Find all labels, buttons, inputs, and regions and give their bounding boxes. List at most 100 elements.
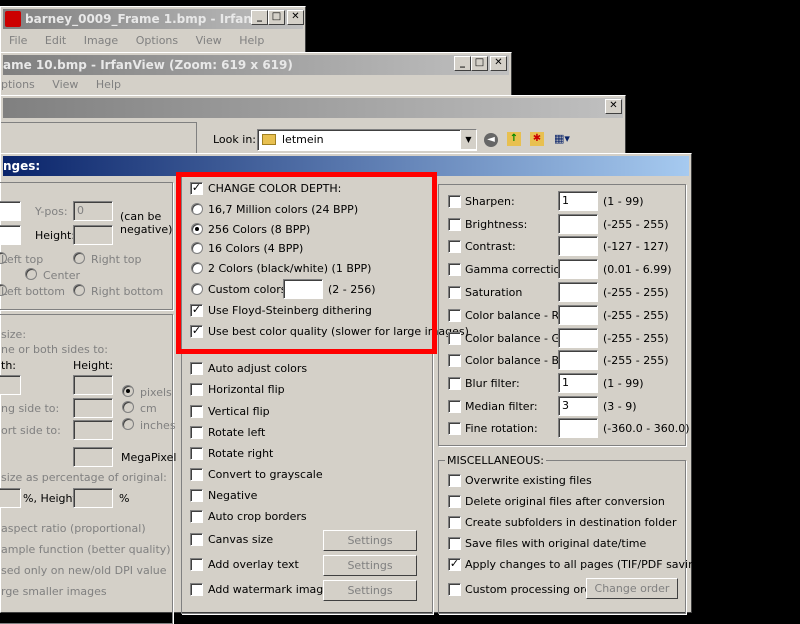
menu-view[interactable]: View	[52, 78, 78, 91]
color-balance-g-label: Color balance - G:	[465, 332, 564, 345]
brightness-field[interactable]	[558, 214, 598, 234]
minimize-button[interactable]: _	[251, 10, 268, 25]
pixels-radio[interactable]	[122, 385, 134, 397]
chevron-down-icon[interactable]: ▼	[460, 130, 476, 149]
menu-help[interactable]: Help	[239, 34, 264, 47]
canvas-size-checkbox[interactable]	[190, 533, 203, 546]
menu-help[interactable]: Help	[96, 78, 121, 91]
sharpen-range: (1 - 99)	[603, 195, 644, 208]
ypos-field[interactable]: 0	[73, 201, 113, 221]
vertical-flip-checkbox[interactable]	[190, 405, 203, 418]
megapixel-field[interactable]	[73, 447, 113, 467]
saturation-checkbox[interactable]	[448, 286, 461, 299]
convert-grayscale-checkbox[interactable]	[190, 468, 203, 481]
menu-edit[interactable]: Edit	[45, 34, 66, 47]
color-balance-b-field[interactable]	[558, 350, 598, 370]
brightness-label: Brightness:	[465, 218, 528, 231]
menu-image[interactable]: Image	[84, 34, 118, 47]
up-folder-icon[interactable]: ↑	[507, 132, 521, 146]
long-side-field[interactable]	[73, 398, 113, 418]
cm-radio[interactable]	[122, 401, 134, 413]
maximize-button[interactable]: □	[268, 10, 285, 25]
right-bottom-radio[interactable]	[73, 284, 85, 296]
blur-filter-checkbox[interactable]	[448, 377, 461, 390]
dpi-label[interactable]: sed only on new/old DPI value	[1, 564, 167, 577]
aspect-ratio-label[interactable]: aspect ratio (proportional)	[1, 522, 146, 535]
apply-all-pages-checkbox[interactable]: ✓	[448, 558, 461, 571]
center-radio[interactable]	[25, 268, 37, 280]
can-be-label: (can be	[120, 210, 162, 223]
gamma-correction-field[interactable]	[558, 259, 598, 279]
menu-options[interactable]: Options	[136, 34, 178, 47]
look-in-combobox[interactable]: letmein ▼	[257, 129, 477, 151]
inches-radio[interactable]	[122, 418, 134, 430]
color-balance-r-field[interactable]	[558, 305, 598, 325]
delete-originals-checkbox[interactable]	[448, 495, 461, 508]
negative-checkbox[interactable]	[190, 489, 203, 502]
fine-rotation-checkbox[interactable]	[448, 422, 461, 435]
close-button[interactable]: ✕	[490, 56, 507, 71]
canvas-settings-button[interactable]: Settings	[323, 530, 417, 551]
minimize-button[interactable]: _	[454, 56, 471, 71]
color-balance-b-label: Color balance - B:	[465, 354, 563, 367]
sharpen-field[interactable]: 1	[558, 191, 598, 211]
gamma-correction-checkbox[interactable]	[448, 263, 461, 276]
resample-label[interactable]: ample function (better quality)	[1, 543, 171, 556]
median-filter-checkbox[interactable]	[448, 400, 461, 413]
menu-file[interactable]: File	[9, 34, 27, 47]
menu-view[interactable]: View	[196, 34, 222, 47]
color-balance-r-checkbox[interactable]	[448, 309, 461, 322]
pct-height-field[interactable]	[73, 488, 113, 508]
overlay-settings-button[interactable]: Settings	[323, 555, 417, 576]
median-filter-field[interactable]: 3	[558, 396, 598, 416]
right-top-radio[interactable]	[73, 252, 85, 264]
height-crop-field[interactable]	[73, 225, 113, 245]
close-button[interactable]: ✕	[287, 10, 304, 25]
center-label: Center	[43, 269, 81, 282]
blur-filter-field[interactable]: 1	[558, 373, 598, 393]
megapixel-label: MegaPixel	[121, 451, 177, 464]
auto-crop-borders-checkbox[interactable]	[190, 510, 203, 523]
create-subfolders-checkbox[interactable]	[448, 516, 461, 529]
apply-all-pages-label: Apply changes to all pages (TIF/PDF savi…	[465, 558, 707, 571]
color-balance-g-field[interactable]	[558, 328, 598, 348]
change-order-button[interactable]: Change order	[586, 578, 678, 599]
rotate-right-checkbox[interactable]	[190, 447, 203, 460]
width-crop-field[interactable]	[0, 225, 21, 245]
resize-header: size:	[1, 328, 27, 341]
sharpen-checkbox[interactable]	[448, 195, 461, 208]
height-resize-field[interactable]	[73, 375, 113, 395]
auto-adjust-colors-checkbox[interactable]	[190, 362, 203, 375]
resize-smaller-label[interactable]: rge smaller images	[1, 585, 107, 598]
fine-rotation-field[interactable]	[558, 418, 598, 438]
rotate-left-checkbox[interactable]	[190, 426, 203, 439]
right-bottom-label: Right bottom	[91, 285, 164, 298]
contrast-field[interactable]	[558, 236, 598, 256]
new-folder-icon[interactable]: ✱	[530, 132, 544, 146]
short-side-field[interactable]	[73, 420, 113, 440]
maximize-button[interactable]: □	[471, 56, 488, 71]
pct-width-field[interactable]	[0, 488, 21, 508]
back-icon[interactable]: ◄	[484, 133, 498, 147]
horizontal-flip-checkbox[interactable]	[190, 383, 203, 396]
width-resize-field[interactable]	[0, 375, 21, 395]
custom-order-checkbox[interactable]	[448, 583, 461, 596]
watermark-settings-button[interactable]: Settings	[323, 580, 417, 601]
close-button[interactable]: ✕	[605, 99, 622, 114]
color-balance-g-checkbox[interactable]	[448, 332, 461, 345]
save-original-date-checkbox[interactable]	[448, 537, 461, 550]
color-balance-b-checkbox[interactable]	[448, 354, 461, 367]
watermark-label: Add watermark image	[208, 583, 331, 596]
contrast-checkbox[interactable]	[448, 240, 461, 253]
menu-options[interactable]: ptions	[1, 78, 35, 91]
window-2-titlebar[interactable]: ame 10.bmp - IrfanView (Zoom: 619 x 619)	[3, 55, 509, 75]
overwrite-files-checkbox[interactable]	[448, 474, 461, 487]
overlay-text-checkbox[interactable]	[190, 558, 203, 571]
file-dialog-titlebar[interactable]	[3, 98, 623, 118]
brightness-checkbox[interactable]	[448, 218, 461, 231]
watermark-checkbox[interactable]	[190, 583, 203, 596]
saturation-field[interactable]	[558, 282, 598, 302]
rotate-left-label: Rotate left	[208, 426, 266, 439]
xpos-field[interactable]	[0, 201, 21, 221]
view-menu-icon[interactable]: ▦▾	[554, 132, 576, 146]
